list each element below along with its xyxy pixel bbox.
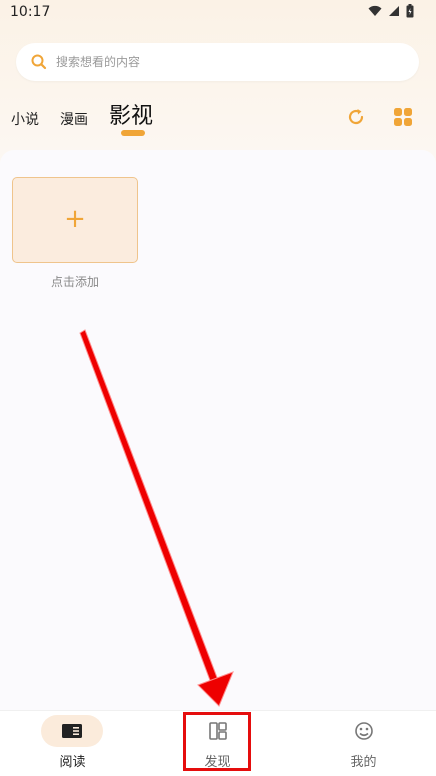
- category-tabs: 小说 漫画 影视: [0, 98, 436, 138]
- nav-active-pill: [41, 715, 103, 747]
- tab-comic[interactable]: 漫画: [60, 109, 88, 129]
- search-input[interactable]: [56, 43, 396, 81]
- plus-icon: +: [64, 204, 86, 234]
- status-icons: [368, 4, 414, 18]
- battery-icon: [406, 4, 414, 18]
- tab-active-indicator: [121, 130, 145, 136]
- refresh-icon[interactable]: [346, 107, 366, 127]
- tab-video[interactable]: 影视: [109, 98, 153, 130]
- search-bar[interactable]: [16, 43, 419, 81]
- search-icon: [31, 54, 47, 70]
- status-time: 10:17: [10, 4, 51, 20]
- tab-novel[interactable]: 小说: [11, 109, 39, 129]
- annotation-highlight-box: [183, 712, 251, 771]
- add-source-card[interactable]: +: [12, 177, 138, 263]
- wifi-icon: [368, 5, 382, 16]
- nav-label-read: 阅读: [59, 755, 86, 770]
- status-bar: 10:17: [0, 0, 436, 26]
- signal-icon: [389, 6, 399, 16]
- nav-item-mine[interactable]: 我的: [291, 711, 436, 776]
- grid-icon[interactable]: [393, 107, 413, 127]
- nav-label-mine: 我的: [350, 755, 377, 770]
- add-source-label: 点击添加: [50, 275, 99, 289]
- profile-icon: [354, 722, 373, 740]
- book-icon: [62, 724, 82, 738]
